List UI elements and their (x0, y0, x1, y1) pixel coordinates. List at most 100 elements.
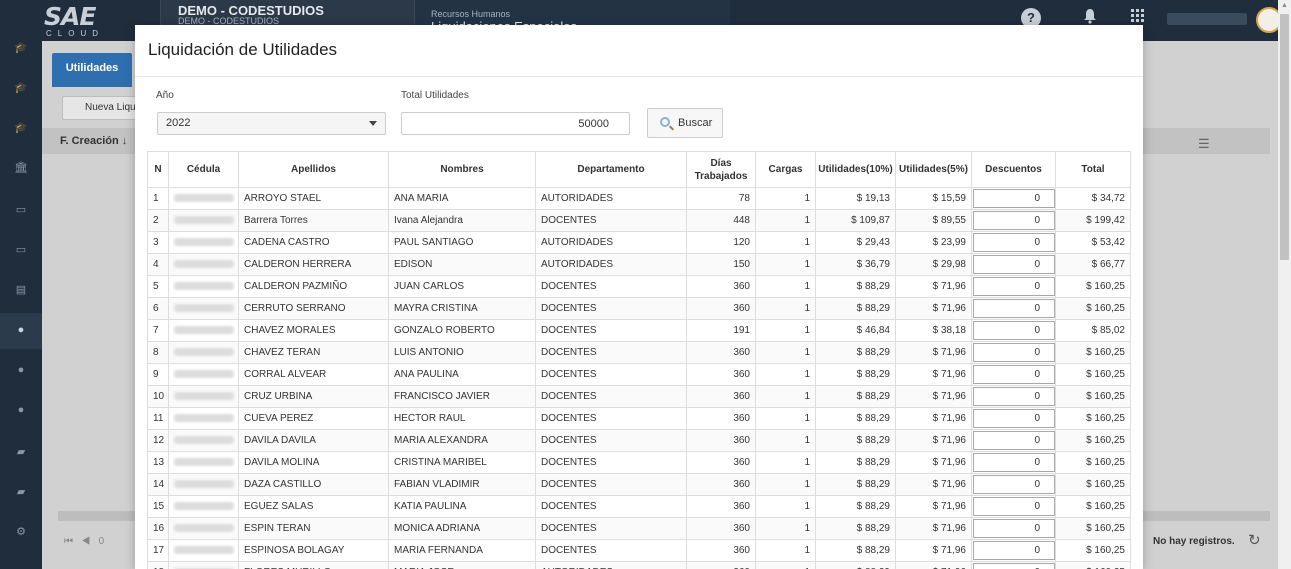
header-utilidades-5[interactable]: Utilidades(5%) (895, 151, 972, 188)
descuentos-input[interactable] (973, 475, 1055, 494)
descuentos-input[interactable] (973, 321, 1055, 340)
cedula-blurred (174, 436, 234, 445)
apellidos-cell: CALDERON PAZMIÑO (238, 275, 389, 298)
cargas-cell: 1 (755, 407, 816, 430)
header-cargas[interactable]: Cargas (755, 151, 816, 188)
cedula-blurred (174, 348, 234, 357)
tab-utilidades[interactable]: Utilidades (52, 53, 132, 87)
departamento-cell: DOCENTES (535, 517, 687, 540)
book-icon[interactable]: ▰ (13, 486, 29, 498)
search-button[interactable]: Buscar (647, 108, 723, 138)
header-descuentos[interactable]: Descuentos (971, 151, 1056, 188)
refresh-icon[interactable]: ↻ (1248, 531, 1261, 549)
filter-icon[interactable]: ☰ (1198, 136, 1210, 152)
sae-cloud-logo[interactable]: SAE CLOUD (44, 4, 106, 38)
header-departamento[interactable]: Departamento (535, 151, 687, 188)
table-row: 3 CADENA CASTRO PAUL SANTIAGO AUTORIDADES 12… (147, 231, 1131, 254)
total-cell: $ 199,42 (1055, 209, 1131, 232)
descuentos-input[interactable] (973, 541, 1055, 560)
nombres-cell: MARIA ALEXANDRA (388, 429, 536, 452)
graduation-cap-icon[interactable]: 🎓 (13, 122, 29, 134)
descuentos-input[interactable] (973, 453, 1055, 472)
users-icon[interactable]: ● (13, 324, 29, 336)
header-cedula[interactable]: Cédula (168, 151, 239, 188)
descuentos-input[interactable] (973, 409, 1055, 428)
dias-cell: 448 (686, 209, 756, 232)
descuentos-input[interactable] (973, 387, 1055, 406)
dias-cell: 78 (686, 187, 756, 210)
row-number: 3 (147, 231, 169, 254)
descuentos-input[interactable] (973, 189, 1055, 208)
descuentos-input[interactable] (973, 365, 1055, 384)
descuentos-input[interactable] (973, 497, 1055, 516)
descuentos-cell (971, 209, 1056, 232)
apellidos-cell: CRUZ URBINA (238, 385, 389, 408)
descuentos-cell (971, 363, 1056, 386)
nombres-cell: MARIA JOSE (388, 561, 536, 569)
module-category: Recursos Humanos (431, 9, 511, 19)
header-n[interactable]: N (147, 151, 169, 188)
header-utilidades-10[interactable]: Utilidades(10%) (815, 151, 896, 188)
nombres-cell: EDISON (388, 253, 536, 276)
graduation-cap-icon[interactable]: 🎓 (13, 42, 29, 54)
folder-open-icon[interactable]: ▭ (13, 244, 29, 256)
descuentos-input[interactable] (973, 519, 1055, 538)
book-icon[interactable]: ▰ (13, 446, 29, 458)
logo-text: SAE (44, 2, 96, 31)
descuentos-input[interactable] (973, 255, 1055, 274)
table-row: 10 CRUZ URBINA FRANCISCO JAVIER DOCENTES 360… (147, 385, 1131, 408)
table-header-row: N Cédula Apellidos Nombres Departamento … (147, 151, 1131, 188)
utilidades-5-cell: $ 15,59 (895, 187, 972, 210)
folder-open-icon[interactable]: ▭ (13, 204, 29, 216)
descuentos-cell (971, 429, 1056, 452)
scroll-up-icon[interactable]: ▲ (1281, 2, 1288, 9)
graduation-cap-icon[interactable]: 🎓 (13, 82, 29, 94)
cedula-cell (168, 561, 239, 569)
cargas-cell: 1 (755, 539, 816, 562)
utilidades-5-cell: $ 71,96 (895, 275, 972, 298)
chevron-down-icon (369, 121, 377, 126)
row-number: 4 (147, 253, 169, 276)
user-name-blurred[interactable] (1167, 13, 1247, 25)
descuentos-input[interactable] (973, 431, 1055, 450)
utilidades-10-cell: $ 88,29 (815, 517, 896, 540)
header-apellidos[interactable]: Apellidos (238, 151, 389, 188)
no-records-label: No hay registros. (1153, 536, 1235, 547)
descuentos-input[interactable] (973, 233, 1055, 252)
users-icon[interactable]: ● (13, 404, 29, 416)
column-fecha-creacion[interactable]: F. Creación ↓ (60, 135, 127, 147)
header-total[interactable]: Total (1055, 151, 1131, 188)
header-nombres[interactable]: Nombres (388, 151, 536, 188)
descuentos-input[interactable] (973, 277, 1055, 296)
year-value: 2022 (166, 117, 191, 129)
descuentos-input[interactable] (973, 299, 1055, 318)
utilidades-5-cell: $ 71,96 (895, 297, 972, 320)
header-dias-trabajados[interactable]: Días Trabajados (686, 151, 756, 188)
utilidades-10-cell: $ 29,43 (815, 231, 896, 254)
cedula-blurred (174, 546, 234, 555)
cargas-cell: 1 (755, 253, 816, 276)
descuentos-cell (971, 539, 1056, 562)
row-number: 16 (147, 517, 169, 540)
users-icon[interactable]: ● (13, 364, 29, 376)
pager[interactable]: ⏮ ◀ 0 (64, 536, 104, 547)
utilidades-10-cell: $ 88,29 (815, 495, 896, 518)
descuentos-input[interactable] (973, 563, 1055, 569)
cargas-cell: 1 (755, 319, 816, 342)
apellidos-cell: CORRAL ALVEAR (238, 363, 389, 386)
bank-icon[interactable]: 🏛 (13, 162, 29, 174)
dias-cell: 360 (686, 385, 756, 408)
pager-value: 0 (98, 536, 105, 547)
total-cell: $ 66,77 (1055, 253, 1131, 276)
total-utilidades-input[interactable] (401, 112, 630, 135)
departamento-cell: DOCENTES (535, 363, 687, 386)
descuentos-input[interactable] (973, 343, 1055, 362)
scroll-thumb[interactable] (1280, 14, 1289, 260)
vertical-scrollbar[interactable]: ▲ (1278, 0, 1291, 569)
id-card-icon[interactable]: ▤ (13, 284, 29, 296)
descuentos-input[interactable] (973, 211, 1055, 230)
cogs-icon[interactable]: ⚙ (13, 526, 29, 538)
cedula-cell (168, 297, 239, 320)
year-select[interactable]: 2022 (157, 112, 386, 135)
utilidades-5-cell: $ 23,99 (895, 231, 972, 254)
